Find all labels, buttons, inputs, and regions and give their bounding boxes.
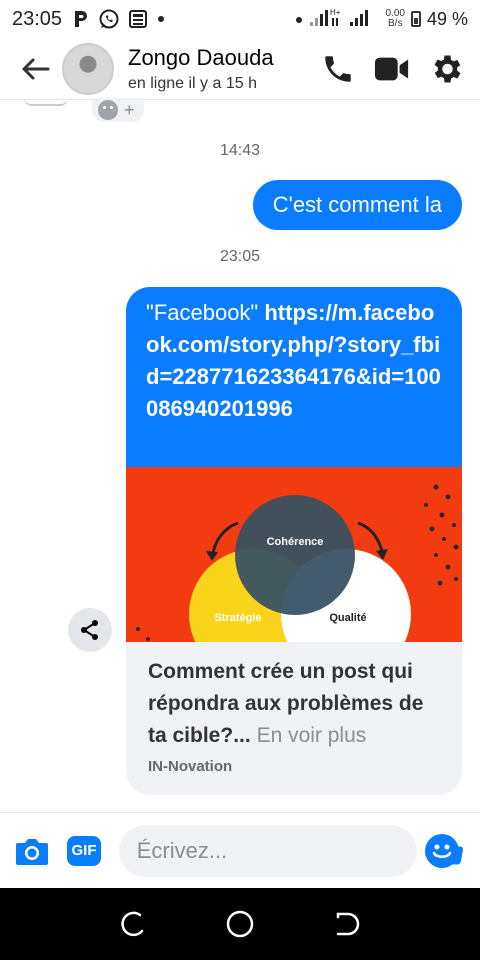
add-reaction-label: +	[124, 99, 135, 120]
previous-avatar	[24, 98, 68, 106]
back-nav-button[interactable]	[327, 904, 367, 944]
avatar[interactable]	[62, 42, 114, 95]
video-icon	[374, 57, 409, 80]
link-title-ellipsis: ...	[233, 724, 251, 747]
label-qualite: Qualité	[329, 612, 366, 624]
back-nav-icon	[336, 912, 359, 936]
news-icon	[128, 9, 148, 29]
parking-app-icon	[72, 9, 90, 29]
message-input[interactable]	[136, 837, 425, 864]
label-strategie: Stratégie	[214, 612, 261, 624]
timestamp: 14:43	[219, 142, 261, 159]
battery-level: 49 %	[426, 8, 468, 29]
link-preview-source: IN-Novation	[148, 758, 233, 775]
reaction-button[interactable]: +	[92, 98, 144, 122]
link-prefix: "Facebook"	[146, 300, 265, 325]
status-time: 23:05	[12, 7, 63, 30]
link-message-text[interactable]: "Facebook" https://m.facebook.com/story.…	[126, 287, 462, 467]
gear-icon	[434, 55, 461, 82]
contact-name: Zongo Daouda	[128, 44, 274, 70]
link-preview-meta[interactable]: Comment crée un post qui répondra aux pr…	[126, 642, 462, 789]
gif-button[interactable]: GIF	[67, 835, 101, 866]
recents-button[interactable]	[113, 904, 153, 944]
chat-area[interactable]: + 14:43 C'est comment la 23:05 "Facebook…	[0, 98, 480, 812]
net-speed: 0.00 B/s	[386, 9, 405, 29]
share-icon	[81, 620, 98, 640]
circle-overlap	[235, 495, 355, 615]
link-preview-image[interactable]: Cohérence Stratégie Qualité	[126, 467, 462, 642]
contact-status: en ligne il y a 15 h	[128, 74, 257, 92]
back-button[interactable]	[12, 46, 58, 92]
phone-icon	[325, 55, 351, 82]
dot-icon	[294, 9, 304, 30]
link-preview-title: Comment crée un post qui répondra aux pr…	[148, 656, 440, 752]
header-actions	[320, 51, 464, 87]
system-nav-bar	[0, 888, 480, 960]
video-call-button[interactable]	[374, 51, 410, 87]
emoji-button[interactable]	[424, 833, 459, 868]
emoji-icon	[98, 100, 118, 120]
gif-icon: GIF	[71, 842, 97, 859]
chat-header: Zongo Daouda en ligne il y a 15 h	[0, 38, 480, 100]
call-button[interactable]	[320, 51, 356, 87]
back-arrow-icon	[22, 58, 50, 79]
emoji-icon	[432, 844, 451, 858]
camera-button[interactable]	[12, 831, 51, 871]
signal-icon: H+	[309, 6, 380, 33]
home-button[interactable]	[220, 904, 260, 944]
arrow-right-icon	[357, 521, 384, 552]
outgoing-message[interactable]: C'est comment la	[252, 180, 462, 230]
dot-icon	[156, 14, 166, 24]
whatsapp-icon	[98, 8, 120, 30]
label-coherence: Cohérence	[267, 536, 324, 548]
status-bar: 23:05 H+ 0.00 B/s 49 %	[0, 0, 480, 38]
contact-info[interactable]: Zongo Daouda en ligne il y a 15 h	[128, 45, 274, 93]
recents-icon	[121, 911, 144, 937]
timestamp: 23:05	[219, 248, 261, 265]
status-right: H+ 0.00 B/s 49 %	[294, 6, 468, 33]
share-button[interactable]	[68, 608, 112, 652]
net-speed-unit: B/s	[388, 18, 403, 29]
see-more-link[interactable]: En voir plus	[257, 724, 367, 747]
svg-text:H+: H+	[330, 8, 341, 17]
camera-icon	[15, 838, 48, 865]
message-input-wrap[interactable]	[118, 824, 459, 877]
home-icon	[226, 910, 254, 938]
settings-button[interactable]	[428, 51, 464, 87]
composer: GIF	[0, 812, 480, 888]
link-message[interactable]: "Facebook" https://m.facebook.com/story.…	[126, 287, 462, 795]
battery-icon	[410, 11, 421, 27]
